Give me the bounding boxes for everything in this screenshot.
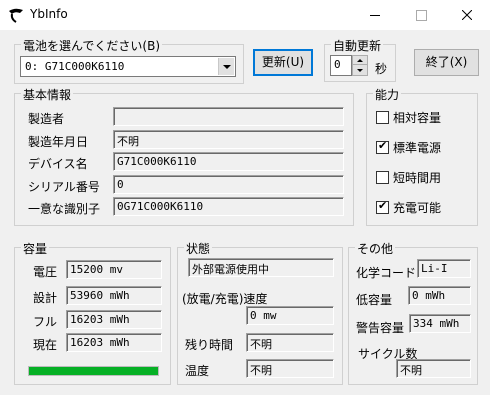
temperature-label: 温度 <box>185 364 210 378</box>
short-term-label: 短時間用 <box>393 171 442 185</box>
short-term-checkbox[interactable] <box>376 171 389 184</box>
chevron-down-icon[interactable] <box>218 58 234 75</box>
maximize-button[interactable] <box>398 0 444 30</box>
battery-select-legend: 電池を選んでください(B) <box>21 37 162 54</box>
warning-capacity-field: 334 mWh <box>409 314 471 333</box>
unique-id-field: 0G71C000K6110 <box>113 197 344 216</box>
remaining-time-field: 不明 <box>246 333 334 352</box>
rate-field: 0 mw <box>246 306 334 325</box>
voltage-field: 15200 mv <box>66 260 162 279</box>
window-title: YbInfo <box>30 7 68 21</box>
relative-capacity-checkbox[interactable] <box>376 111 389 124</box>
auto-update-unit: 秒 <box>375 62 388 76</box>
capacity-progress-bar <box>28 366 159 376</box>
status-legend: 状態 <box>184 240 213 257</box>
basic-info-legend: 基本情報 <box>21 86 74 103</box>
close-icon <box>462 10 472 20</box>
spin-up-icon[interactable] <box>353 56 367 65</box>
device-name-label: デバイス名 <box>28 157 88 171</box>
other-legend: その他 <box>355 240 396 257</box>
update-button[interactable]: 更新(U) <box>253 49 313 76</box>
manufacturer-label: 製造者 <box>28 112 65 126</box>
auto-update-spinner[interactable] <box>352 55 368 76</box>
manufacturer-field <box>113 107 344 126</box>
exit-button[interactable]: 終了(X) <box>414 49 479 76</box>
close-button[interactable] <box>444 0 490 30</box>
manufacture-date-field: 不明 <box>113 130 344 149</box>
app-window: YbInfo 電池を選んでください(B) 0: G71C000K6110 更新(… <box>0 0 490 395</box>
manufacture-date-label: 製造年月日 <box>28 135 89 149</box>
battery-select-value: 0: G71C000K6110 <box>25 60 125 73</box>
cycle-count-field: 不明 <box>396 359 471 378</box>
spin-down-icon[interactable] <box>353 66 367 75</box>
unique-id-label: 一意な識別子 <box>28 202 101 216</box>
relative-capacity-label: 相対容量 <box>393 111 442 125</box>
temperature-field: 不明 <box>246 359 334 378</box>
capacity-progress-fill <box>29 367 158 375</box>
rate-label: (放電/充電)速度 <box>182 292 268 306</box>
design-capacity-label: 設計 <box>33 291 58 305</box>
remaining-time-label: 残り時間 <box>185 338 234 352</box>
serial-number-label: シリアル番号 <box>28 180 100 194</box>
design-capacity-field: 53960 mWh <box>66 286 162 305</box>
power-state-field: 外部電源使用中 <box>188 258 334 277</box>
chemistry-label: 化学コード <box>356 266 417 280</box>
chemistry-field: Li-I <box>417 259 471 278</box>
low-capacity-label: 低容量 <box>356 293 393 307</box>
minimize-button[interactable] <box>352 0 398 30</box>
current-capacity-field: 16203 mWh <box>66 333 162 352</box>
standard-power-checkbox[interactable] <box>376 139 389 154</box>
capability-legend: 能力 <box>373 86 402 103</box>
full-capacity-label: フル <box>33 315 58 329</box>
app-icon <box>9 8 23 23</box>
rechargeable-checkbox[interactable] <box>376 199 389 214</box>
device-name-field: G71C000K6110 <box>113 152 344 171</box>
voltage-label: 電圧 <box>33 265 58 279</box>
warning-capacity-label: 警告容量 <box>356 321 405 335</box>
auto-update-input[interactable]: 0 <box>330 55 352 76</box>
current-capacity-label: 現在 <box>33 338 58 352</box>
standard-power-label: 標準電源 <box>393 141 442 155</box>
serial-number-field: 0 <box>113 175 344 194</box>
battery-select-combo[interactable]: 0: G71C000K6110 <box>20 56 236 77</box>
title-bar: YbInfo <box>0 0 490 30</box>
low-capacity-field: 0 mWh <box>408 286 471 305</box>
capacity-legend: 容量 <box>21 240 50 257</box>
rechargeable-label: 充電可能 <box>393 201 442 215</box>
full-capacity-field: 16203 mWh <box>66 310 162 329</box>
auto-update-legend: 自動更新 <box>331 37 384 54</box>
